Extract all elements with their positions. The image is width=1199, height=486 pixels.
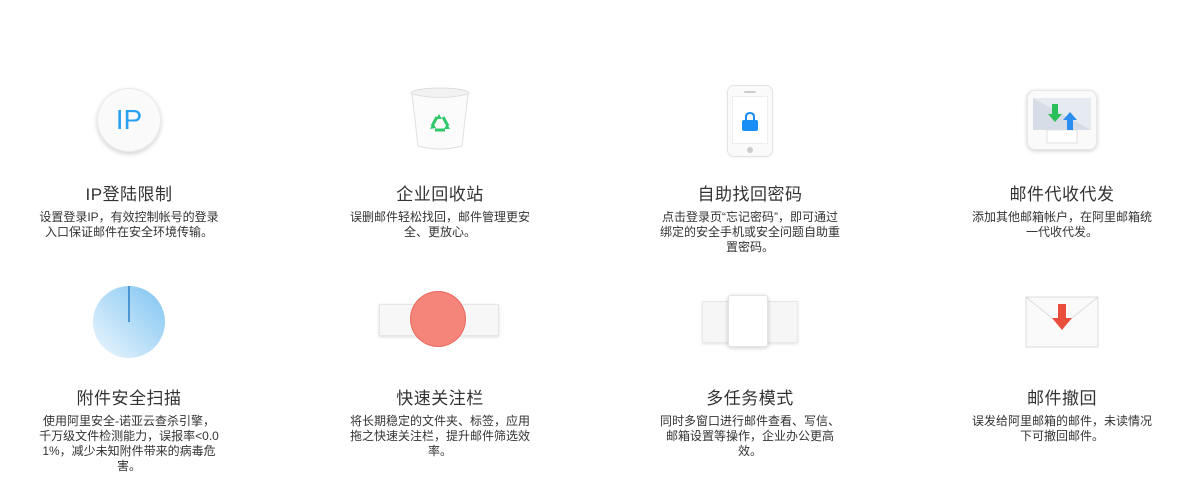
multitask-icon	[700, 295, 800, 351]
feature-mail-recall: 邮件撤回 误发给阿里邮箱的邮件，未读情况下可撤回邮件。	[952, 0, 1172, 486]
feature-desc: 使用阿里安全-诺亚云查杀引擎，千万级文件检测能力，误报率<0.01%，减少未知附…	[39, 414, 219, 473]
feature-title: 快速关注栏	[396, 389, 484, 408]
feature-desc: 同时多窗口进行邮件查看、写信、邮箱设置等操作，企业办公更高效。	[660, 414, 841, 458]
features-grid: IP IP登陆限制 设置登录IP，有效控制帐号的登录入口保证邮件在安全环境传输。	[0, 0, 1199, 486]
feature-quick-bar: 快速关注栏 将长期稳定的文件夹、标签，应用拖之快速关注栏，提升邮件筛选效率。	[330, 0, 550, 486]
feature-multitask: 多任务模式 同时多窗口进行邮件查看、写信、邮箱设置等操作，企业办公更高效。	[640, 0, 860, 486]
feature-title: 多任务模式	[706, 389, 794, 408]
scan-pie-icon	[92, 285, 166, 364]
quick-bar-icon	[379, 290, 501, 350]
feature-title: 附件安全扫描	[76, 389, 182, 408]
feature-title: 邮件撤回	[1027, 389, 1097, 408]
envelope-recall-icon	[1025, 296, 1099, 353]
feature-attachment-scan: 附件安全扫描 使用阿里安全-诺亚云查杀引擎，千万级文件检测能力，误报率<0.01…	[19, 0, 239, 486]
feature-desc: 将长期稳定的文件夹、标签，应用拖之快速关注栏，提升邮件筛选效率。	[350, 414, 531, 458]
feature-desc: 误发给阿里邮箱的邮件，未读情况下可撤回邮件。	[972, 414, 1153, 443]
